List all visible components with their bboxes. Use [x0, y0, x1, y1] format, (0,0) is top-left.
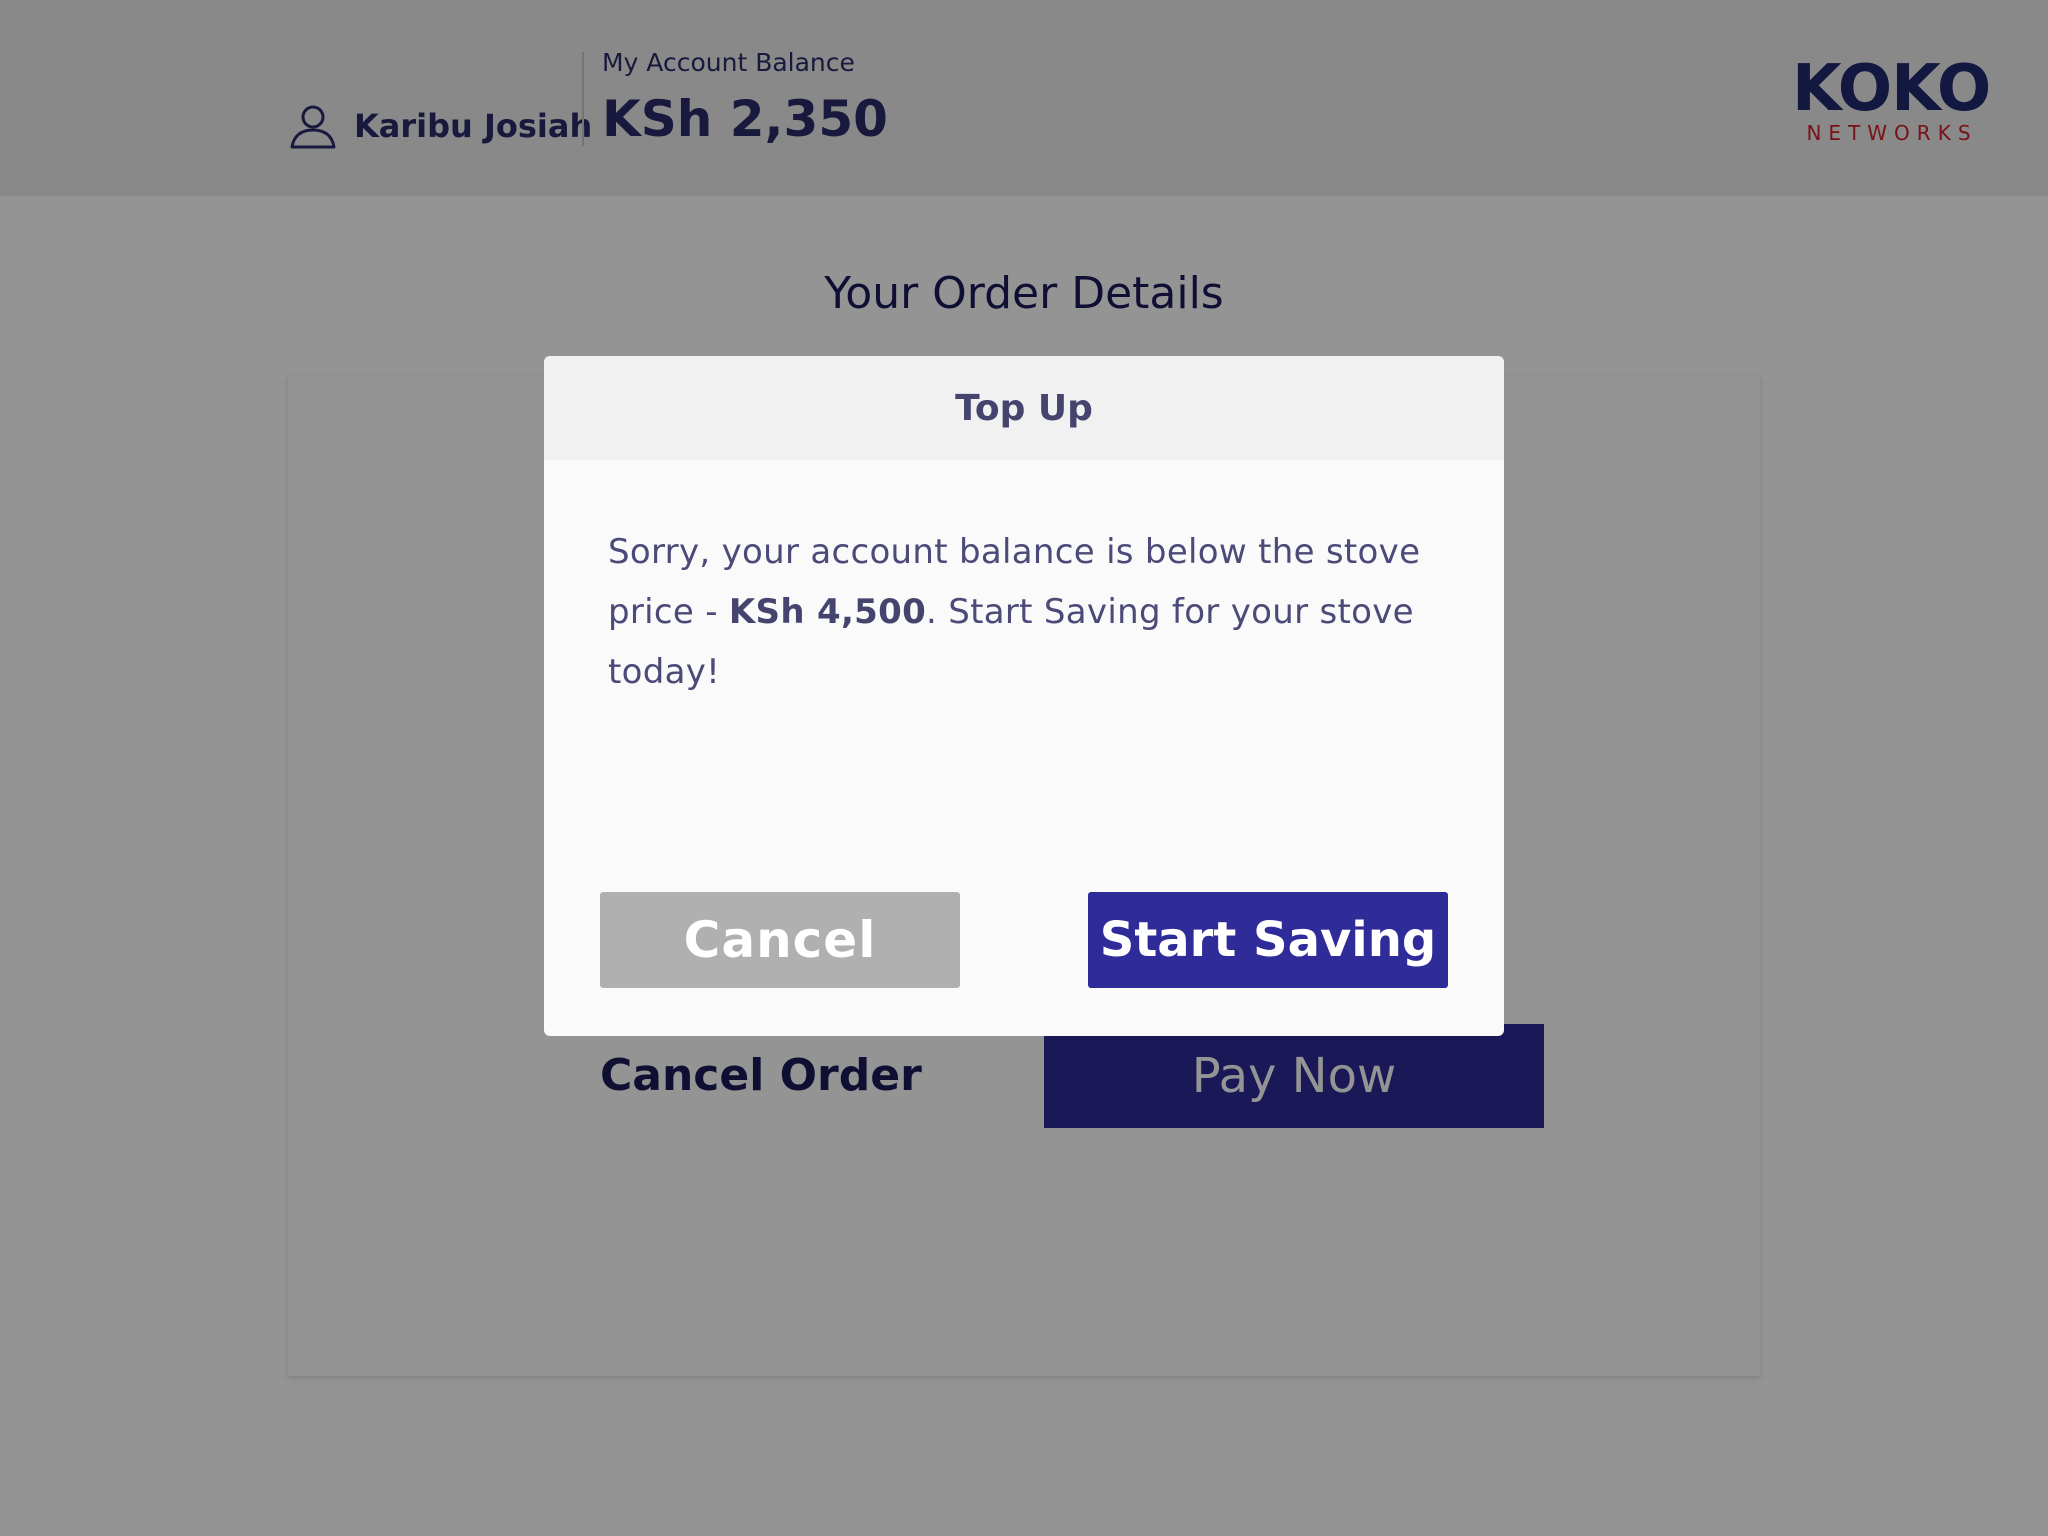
modal-title: Top Up	[955, 387, 1093, 429]
modal-header: Top Up	[544, 356, 1504, 460]
stove-price: KSh 4,500	[728, 592, 927, 632]
modal-message: Sorry, your account balance is below the…	[608, 522, 1468, 702]
cancel-button[interactable]: Cancel	[600, 892, 960, 988]
start-saving-button[interactable]: Start Saving	[1088, 892, 1448, 988]
top-up-modal: Top Up Sorry, your account balance is be…	[544, 356, 1504, 1036]
